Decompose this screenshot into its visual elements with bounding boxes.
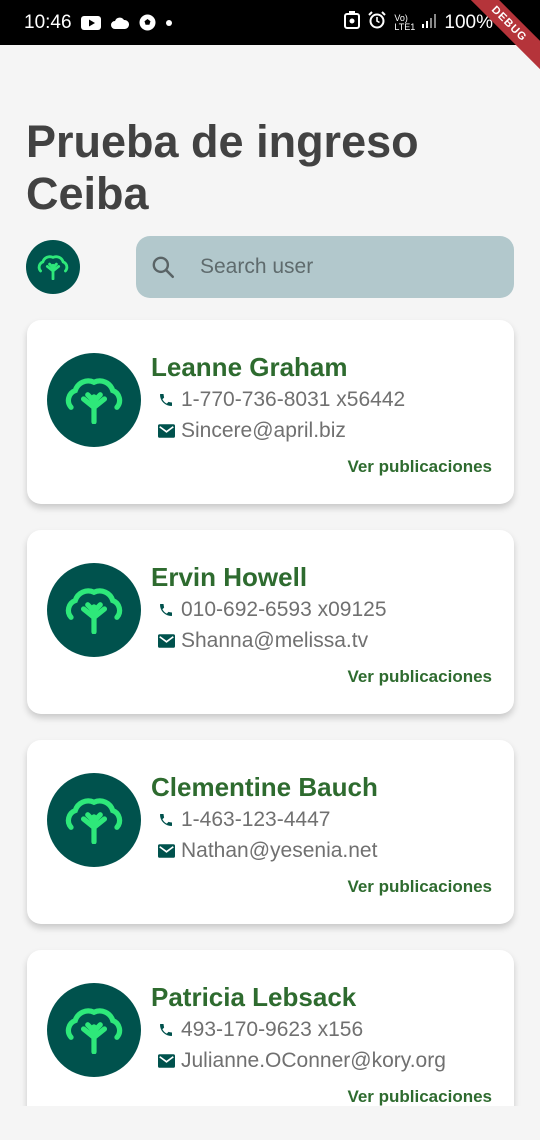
status-bar: 10:46 Vo) LTE1 100% bbox=[0, 0, 540, 45]
alarm-icon bbox=[368, 10, 387, 35]
app-logo bbox=[26, 240, 80, 294]
user-name: Patricia Lebsack bbox=[151, 982, 357, 1012]
ceiba-tree-icon bbox=[65, 588, 123, 634]
user-phone: 010-692-6593 x09125 bbox=[181, 598, 387, 621]
nfc-icon bbox=[344, 10, 361, 35]
ceiba-tree-icon bbox=[65, 378, 123, 424]
user-name: Ervin Howell bbox=[151, 562, 308, 592]
ver-publicaciones-button[interactable]: Ver publicaciones bbox=[347, 877, 492, 897]
user-list[interactable]: Leanne Graham 1-770-736-8031 x56442 Sinc… bbox=[0, 300, 540, 1106]
ver-publicaciones-button[interactable]: Ver publicaciones bbox=[347, 667, 492, 687]
ver-publicaciones-button[interactable]: Ver publicaciones bbox=[347, 457, 492, 477]
phone-icon bbox=[158, 1021, 176, 1039]
mail-icon bbox=[158, 1052, 176, 1070]
phone-icon bbox=[158, 601, 176, 619]
user-phone-row: 1-463-123-4447 bbox=[158, 808, 330, 832]
dot-icon bbox=[165, 19, 173, 27]
cloud-icon bbox=[110, 16, 130, 29]
user-phone-row: 1-770-736-8031 x56442 bbox=[158, 388, 405, 412]
user-phone: 493-170-9623 x156 bbox=[181, 1018, 364, 1041]
user-avatar bbox=[47, 983, 141, 1077]
user-phone-row: 010-692-6593 x09125 bbox=[158, 598, 387, 622]
soccer-ball-icon bbox=[139, 14, 156, 31]
signal-icon bbox=[422, 12, 437, 34]
page-title: Prueba de ingreso Ceiba bbox=[26, 116, 419, 219]
user-card: Ervin Howell 010-692-6593 x09125 Shanna@… bbox=[27, 530, 514, 714]
phone-icon bbox=[158, 811, 176, 829]
search-icon bbox=[152, 256, 175, 279]
user-card: Leanne Graham 1-770-736-8031 x56442 Sinc… bbox=[27, 320, 514, 504]
user-email-row: Nathan@yesenia.net bbox=[158, 839, 377, 863]
user-avatar bbox=[47, 563, 141, 657]
user-phone-row: 493-170-9623 x156 bbox=[158, 1018, 363, 1042]
user-phone: 1-463-123-4447 bbox=[181, 808, 331, 831]
search-bar[interactable] bbox=[136, 236, 514, 298]
user-card: Patricia Lebsack 493-170-9623 x156 Julia… bbox=[27, 950, 514, 1106]
user-name: Clementine Bauch bbox=[151, 772, 378, 802]
user-avatar bbox=[47, 353, 141, 447]
ver-publicaciones-button[interactable]: Ver publicaciones bbox=[347, 1087, 492, 1106]
ceiba-tree-icon bbox=[65, 798, 123, 844]
mail-icon bbox=[158, 422, 176, 440]
user-email-row: Sincere@april.biz bbox=[158, 419, 346, 443]
status-left: 10:46 bbox=[24, 12, 173, 34]
youtube-icon bbox=[80, 15, 101, 30]
ceiba-tree-icon bbox=[65, 1008, 123, 1054]
phone-icon bbox=[158, 391, 176, 409]
user-email: Nathan@yesenia.net bbox=[181, 839, 378, 862]
user-name: Leanne Graham bbox=[151, 352, 348, 382]
search-input[interactable] bbox=[200, 255, 500, 279]
mail-icon bbox=[158, 632, 176, 650]
user-card: Clementine Bauch 1-463-123-4447 Nathan@y… bbox=[27, 740, 514, 924]
user-email-row: Julianne.OConner@kory.org bbox=[158, 1049, 446, 1073]
user-email: Julianne.OConner@kory.org bbox=[181, 1049, 446, 1072]
user-email-row: Shanna@melissa.tv bbox=[158, 629, 368, 653]
user-email: Sincere@april.biz bbox=[181, 419, 346, 442]
bottom-area bbox=[0, 1106, 540, 1140]
user-email: Shanna@melissa.tv bbox=[181, 629, 369, 652]
user-phone: 1-770-736-8031 x56442 bbox=[181, 388, 406, 411]
ceiba-tree-icon bbox=[37, 255, 69, 280]
network-label: Vo) LTE1 bbox=[394, 12, 416, 32]
status-time: 10:46 bbox=[24, 11, 72, 33]
user-avatar bbox=[47, 773, 141, 867]
mail-icon bbox=[158, 842, 176, 860]
